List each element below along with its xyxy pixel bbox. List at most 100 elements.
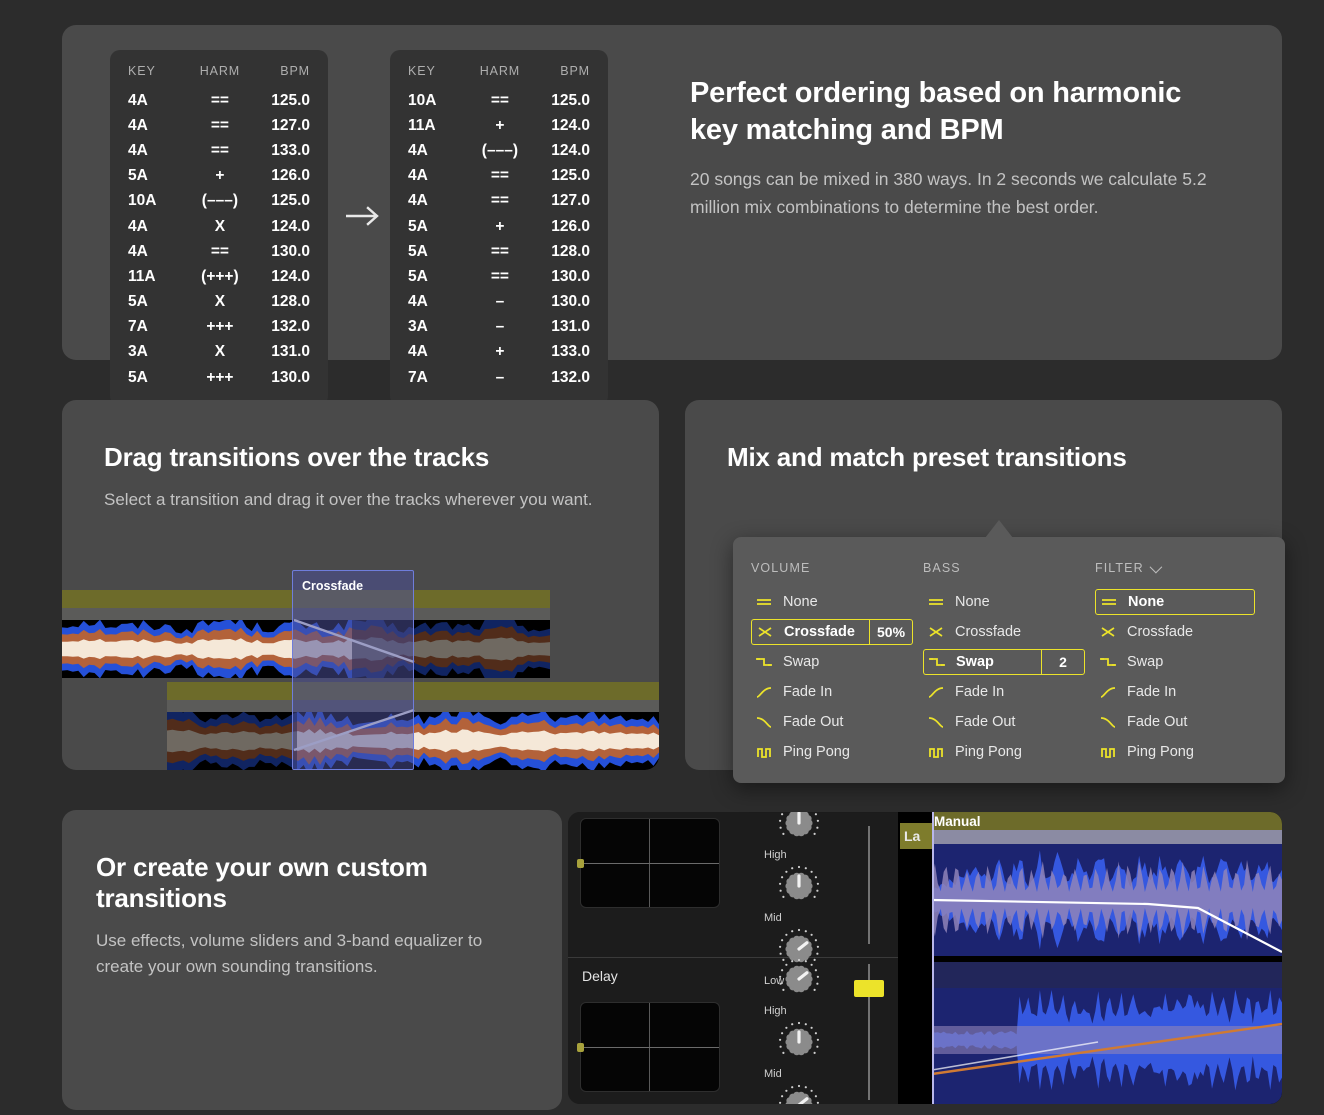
cell-bpm: 133.0 xyxy=(530,340,590,365)
fade-out-icon xyxy=(755,715,773,729)
eq-knobs-bottom[interactable]: High Mid Low xyxy=(764,954,834,1104)
preset-option-body[interactable]: Fade In xyxy=(923,679,1012,705)
cell-harm: – xyxy=(470,365,530,390)
effects-pane[interactable]: High Mid Low Delay xyxy=(568,812,898,1104)
cell-key: 4A xyxy=(408,138,470,163)
track-label-manual: Manual xyxy=(934,814,981,829)
eq-knob-low-bottom[interactable] xyxy=(764,1082,834,1104)
preset-option-body[interactable]: Fade In xyxy=(1095,679,1184,705)
xy-pad-handle[interactable] xyxy=(577,1043,584,1052)
preset-copy: Mix and match preset transitions xyxy=(685,400,1282,473)
xy-pad-bottom[interactable] xyxy=(580,1002,720,1092)
preset-option-body[interactable]: Fade Out xyxy=(923,709,1023,735)
preset-option-body[interactable]: Crossfade xyxy=(751,619,869,645)
cell-bpm: 128.0 xyxy=(250,290,310,315)
preset-option-body[interactable]: Ping Pong xyxy=(1095,739,1202,765)
preset-option-crossfade[interactable]: Crossfade xyxy=(923,619,1095,645)
cell-key: 10A xyxy=(408,88,470,113)
chevron-down-icon[interactable] xyxy=(1149,560,1162,573)
preset-option-fade-out[interactable]: Fade Out xyxy=(1095,709,1267,735)
preset-option-none[interactable]: None xyxy=(1095,589,1267,615)
cell-bpm: 127.0 xyxy=(250,113,310,138)
swap-icon xyxy=(755,655,773,669)
preset-column-title: BASS xyxy=(923,561,1095,575)
cell-bpm: 131.0 xyxy=(530,315,590,340)
preset-option-body[interactable]: Fade Out xyxy=(751,709,851,735)
preset-option-body[interactable]: None xyxy=(751,589,826,615)
track-editor-preview[interactable]: Crossfade xyxy=(62,590,659,770)
effect-slot-top[interactable]: High Mid Low xyxy=(568,812,898,958)
drag-body: Select a transition and drag it over the… xyxy=(104,487,619,513)
crossfade-drag-region[interactable] xyxy=(292,570,414,770)
fade-out-icon xyxy=(927,715,945,729)
preset-option-body[interactable]: Swap xyxy=(751,649,827,675)
drag-heading: Drag transitions over the tracks xyxy=(104,442,619,473)
effects-editor-panel[interactable]: High Mid Low Delay xyxy=(568,812,1282,1104)
preset-option-label: None xyxy=(1128,594,1164,610)
cell-key: 4A xyxy=(128,113,190,138)
volume-fader-track-top[interactable] xyxy=(868,826,870,944)
preset-option-value[interactable]: 2 xyxy=(1041,649,1085,675)
preset-option-body[interactable]: Swap xyxy=(1095,649,1171,675)
crossfade-overlay-label: Crossfade xyxy=(302,573,404,593)
preset-option-body[interactable]: Swap xyxy=(923,649,1041,675)
preset-option-swap[interactable]: Swap xyxy=(1095,649,1267,675)
preset-option-fade-in[interactable]: Fade In xyxy=(923,679,1095,705)
preset-option-none[interactable]: None xyxy=(923,589,1095,615)
eq-knob-mid-top[interactable] xyxy=(764,863,834,911)
effect-slot-bottom[interactable]: Delay High Mid xyxy=(568,958,898,1104)
arrangement-waveform-pane[interactable]: La Manual xyxy=(898,812,1282,1104)
preset-option-ping-pong[interactable]: Ping Pong xyxy=(751,739,923,765)
none-icon xyxy=(1100,595,1118,609)
preset-option-body[interactable]: Fade Out xyxy=(1095,709,1195,735)
preset-option-body[interactable]: Fade In xyxy=(751,679,840,705)
table-row: 4A==125.0 xyxy=(408,164,590,189)
table-row: 10A(–––)125.0 xyxy=(128,189,310,214)
preset-option-ping-pong[interactable]: Ping Pong xyxy=(1095,739,1267,765)
cell-bpm: 124.0 xyxy=(250,214,310,239)
cell-key: 4A xyxy=(128,138,190,163)
table-row: 4A==127.0 xyxy=(408,189,590,214)
preset-option-label: Crossfade xyxy=(1127,624,1193,640)
preset-option-label: Ping Pong xyxy=(1127,744,1194,760)
preset-column-title[interactable]: FILTER xyxy=(1095,561,1267,575)
preset-option-ping-pong[interactable]: Ping Pong xyxy=(923,739,1095,765)
preset-option-body[interactable]: Crossfade xyxy=(1095,619,1201,645)
table-row: 4A==130.0 xyxy=(128,239,310,264)
xy-pad-handle[interactable] xyxy=(577,859,584,868)
col-header-bpm: BPM xyxy=(250,64,310,88)
preset-column-title-text: VOLUME xyxy=(751,561,810,575)
eq-knob-high-bottom[interactable] xyxy=(764,956,834,1004)
preset-option-swap[interactable]: Swap2 xyxy=(923,649,1095,675)
preset-option-crossfade[interactable]: Crossfade xyxy=(1095,619,1267,645)
preset-column-title-text: FILTER xyxy=(1095,561,1144,575)
preset-option-body[interactable]: Ping Pong xyxy=(751,739,858,765)
volume-fader-handle[interactable] xyxy=(854,980,884,997)
preset-option-swap[interactable]: Swap xyxy=(751,649,923,675)
xy-pad-top[interactable] xyxy=(580,818,720,908)
preset-option-fade-in[interactable]: Fade In xyxy=(1095,679,1267,705)
preset-option-fade-out[interactable]: Fade Out xyxy=(751,709,923,735)
eq-knob-mid-bottom[interactable] xyxy=(764,1019,834,1067)
playhead[interactable] xyxy=(932,812,934,1104)
eq-knob-high-top[interactable] xyxy=(764,812,834,848)
preset-option-body[interactable]: None xyxy=(923,589,998,615)
preset-option-body[interactable]: None xyxy=(1095,589,1255,615)
cell-harm: (+++) xyxy=(190,264,250,289)
preset-option-none[interactable]: None xyxy=(751,589,923,615)
transition-preset-popup[interactable]: VOLUMENoneCrossfade50%SwapFade InFade Ou… xyxy=(733,537,1285,783)
cell-bpm: 130.0 xyxy=(530,264,590,289)
table-row: 5A+++130.0 xyxy=(128,365,310,390)
preset-option-fade-in[interactable]: Fade In xyxy=(751,679,923,705)
preset-option-body[interactable]: Ping Pong xyxy=(923,739,1030,765)
cell-harm: (–––) xyxy=(470,138,530,163)
preset-option-value[interactable]: 50% xyxy=(869,619,913,645)
preset-option-body[interactable]: Crossfade xyxy=(923,619,1029,645)
preset-option-fade-out[interactable]: Fade Out xyxy=(923,709,1095,735)
cell-key: 4A xyxy=(408,340,470,365)
ping-pong-icon xyxy=(927,745,945,759)
eq-label-mid-top: Mid xyxy=(764,912,834,924)
cell-harm: == xyxy=(190,113,250,138)
preset-column-title: VOLUME xyxy=(751,561,923,575)
preset-option-crossfade[interactable]: Crossfade50% xyxy=(751,619,923,645)
